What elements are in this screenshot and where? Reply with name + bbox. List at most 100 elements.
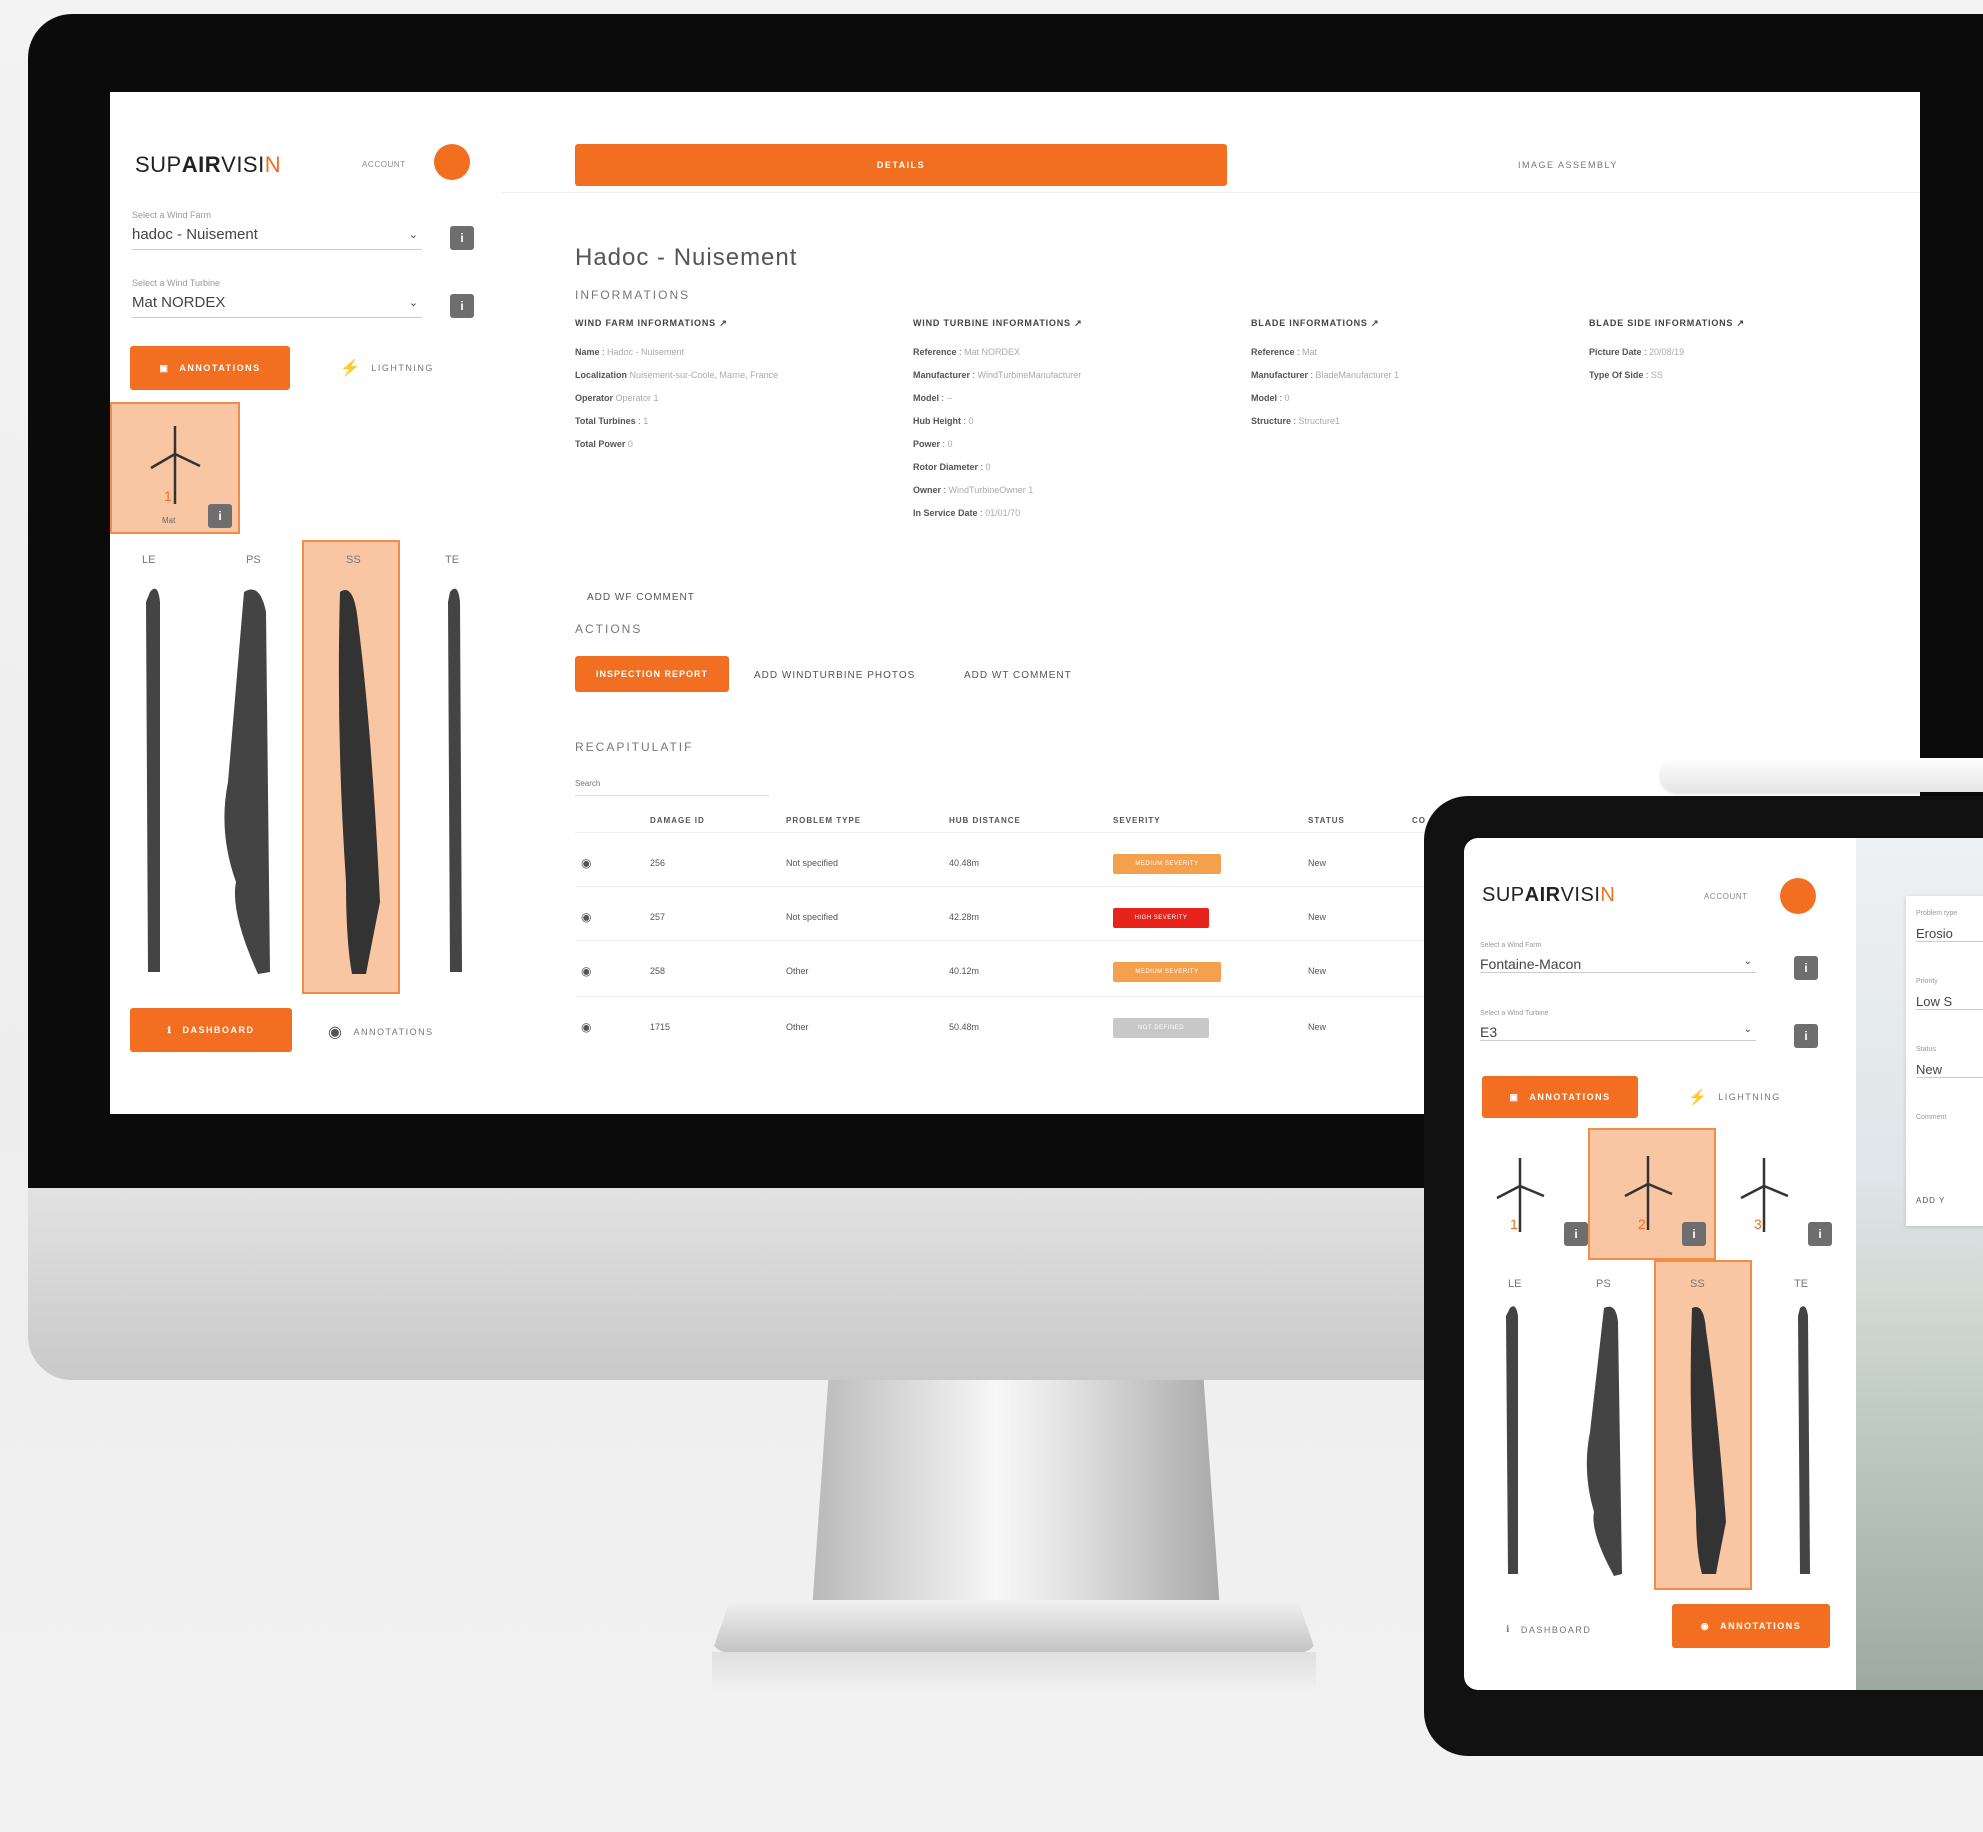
status-text: New [1308, 858, 1327, 868]
problem-type: Not specified [786, 912, 839, 922]
blade-info-heading[interactable]: BLADE INFORMATIONS ↗ [1251, 318, 1571, 329]
table-header[interactable]: STATUS [1308, 816, 1345, 825]
blade-te [1798, 1306, 1810, 1574]
info-row: Model : -- [913, 393, 953, 403]
tablet-wind-farm-select[interactable]: Fontaine-Macon ⌄ [1480, 956, 1756, 973]
camera-icon: ◉ [1700, 1620, 1711, 1631]
tab-details[interactable]: DETAILS [575, 144, 1227, 186]
turbine-card-info-button[interactable]: i [208, 504, 232, 528]
add-windturbine-photos-button[interactable]: ADD WINDTURBINE PHOTOS [744, 664, 925, 687]
tablet-screen: Problem type Erosio Priority Low S Statu… [1464, 838, 1983, 1690]
blade-info-list: Reference : Mat Manufacturer : BladeManu… [1251, 341, 1571, 433]
tablet-annotations-bottom-button[interactable]: ◉ ANNOTATIONS [1672, 1604, 1830, 1648]
turbine-card[interactable]: 1 i [1480, 1146, 1590, 1266]
imac-stand-shadow [712, 1652, 1316, 1692]
dashboard-button[interactable]: ℹ DASHBOARD [130, 1008, 292, 1052]
recap-heading: RECAPITULATIF [575, 740, 694, 754]
status-label: Status [1916, 1046, 1936, 1053]
eye-icon[interactable]: ◉ [581, 964, 591, 978]
turbine-number: 1 [164, 488, 172, 504]
blade-te [448, 588, 462, 972]
info-row: Power : 0 [913, 439, 953, 449]
problem-type-select[interactable]: Erosio [1916, 926, 1983, 942]
tablet-avatar[interactable] [1780, 878, 1816, 914]
turbine-card-selected[interactable]: 2 i [1588, 1128, 1716, 1260]
hub-distance: 40.12m [949, 966, 980, 976]
blade-label-te: TE [1794, 1278, 1809, 1290]
wind-farm-info-heading[interactable]: WIND FARM INFORMATIONS ↗ [575, 318, 895, 329]
table-header[interactable]: SEVERITY [1113, 816, 1161, 825]
turbine-label: Select a Wind Turbine [132, 278, 221, 288]
blade-le [146, 588, 160, 972]
problem-type-label: Problem type [1916, 910, 1958, 917]
table-header[interactable]: PROBLEM TYPE [786, 816, 861, 825]
wind-farm-info-list: Name : Hadoc - Nuisement Localization Nu… [575, 341, 895, 456]
eye-icon[interactable]: ◉ [581, 856, 591, 870]
page-title: Hadoc - Nuisement [575, 244, 798, 271]
table-row[interactable]: ◉ 256 Not specified 40.48m MEDIUM SEVERI… [575, 846, 1475, 886]
table-header[interactable]: DAMAGE ID [650, 816, 705, 825]
annotations-link[interactable]: ◉ ANNOTATIONS [328, 1022, 434, 1042]
wind-turbine-icon [1496, 1158, 1545, 1232]
add-wf-comment-button[interactable]: ADD WF COMMENT [577, 586, 705, 609]
turbine-info-button[interactable]: i [1564, 1222, 1588, 1246]
table-row[interactable]: ◉ 258 Other 40.12m MEDIUM SEVERITY New [575, 954, 1475, 994]
account-menu[interactable]: ACCOUNT [362, 160, 406, 169]
avatar[interactable] [434, 144, 470, 180]
table-divider [575, 940, 1475, 941]
camera-icon: ◉ [328, 1024, 344, 1041]
table-divider [575, 886, 1475, 887]
status-badge: MEDIUM SEVERITY [1113, 962, 1221, 982]
table-header[interactable]: HUB DISTANCE [949, 816, 1021, 825]
recap-search-input[interactable] [575, 772, 769, 796]
tab-image-assembly[interactable]: IMAGE ASSEMBLY [1518, 160, 1618, 170]
table-row[interactable]: ◉ 1715 Other 50.48m NOT DEFINED New [575, 1010, 1475, 1050]
tablet-lightning-button[interactable]: ⚡ LIGHTNING [1688, 1088, 1781, 1106]
add-wt-comment-button[interactable]: ADD WT COMMENT [954, 664, 1082, 687]
turbine-card[interactable]: 3 i [1724, 1146, 1834, 1266]
lightning-button[interactable]: ⚡ LIGHTNING [340, 358, 434, 378]
wind-farm-select[interactable]: hadoc - Nuisement ⌄ [132, 226, 422, 250]
turbine-info-button[interactable]: i [450, 294, 474, 318]
eye-icon[interactable]: ◉ [581, 910, 591, 924]
tablet-wind-farm-info-button[interactable]: i [1794, 956, 1818, 980]
table-divider [575, 832, 1475, 833]
turbine-info-button[interactable]: i [1808, 1222, 1832, 1246]
tablet-account-menu[interactable]: ACCOUNT [1704, 892, 1748, 901]
turbine-select[interactable]: Mat NORDEX ⌄ [132, 294, 422, 318]
wind-turbine-info-column: WIND TURBINE INFORMATIONS ↗ Reference : … [913, 318, 1233, 525]
priority-select[interactable]: Low S [1916, 994, 1983, 1010]
blade-side-info-heading[interactable]: BLADE SIDE INFORMATIONS ↗ [1589, 318, 1909, 329]
wind-turbine-icon [150, 426, 201, 504]
lightning-icon: ⚡ [340, 360, 362, 377]
wind-farm-info-button[interactable]: i [450, 226, 474, 250]
blade-silhouettes [146, 588, 462, 974]
tablet-turbine-info-button[interactable]: i [1794, 1024, 1818, 1048]
tablet-annotations-button[interactable]: ▣ ANNOTATIONS [1482, 1076, 1638, 1118]
status-select[interactable]: New [1916, 1062, 1983, 1078]
info-row: Reference : Mat [1251, 347, 1318, 357]
chevron-down-icon: ⌄ [408, 297, 418, 309]
info-row: Model : 0 [1251, 393, 1290, 403]
turbine-card-selected[interactable]: 1 Mat i [110, 402, 240, 534]
turbine-info-button[interactable]: i [1682, 1222, 1706, 1246]
table-row[interactable]: ◉ 257 Not specified 42.28m HIGH SEVERITY… [575, 900, 1475, 940]
blade-info-column: BLADE INFORMATIONS ↗ Reference : Mat Man… [1251, 318, 1571, 433]
tablet-blade-silhouettes [1506, 1306, 1810, 1576]
blade-le [1506, 1306, 1518, 1574]
wind-turbine-info-heading[interactable]: WIND TURBINE INFORMATIONS ↗ [913, 318, 1233, 329]
damage-id: 256 [650, 858, 666, 868]
inspection-report-button[interactable]: INSPECTION REPORT [575, 656, 729, 692]
tabs-divider [502, 192, 1920, 193]
turbine-number: 1 [1510, 1216, 1518, 1232]
tablet-dashboard-button[interactable]: ℹ DASHBOARD [1506, 1624, 1591, 1635]
info-row: Structure : Structure1 [1251, 416, 1341, 426]
chevron-down-icon: ⌄ [1743, 1024, 1752, 1035]
add-button[interactable]: ADD Y [1916, 1196, 1945, 1205]
image-icon: ▣ [1509, 1091, 1520, 1102]
eye-icon[interactable]: ◉ [581, 1020, 591, 1034]
tablet-turbine-select[interactable]: E3 ⌄ [1480, 1024, 1756, 1041]
table-header[interactable]: CO [1412, 816, 1426, 825]
annotations-button[interactable]: ▣ ANNOTATIONS [130, 346, 290, 390]
image-icon: ▣ [159, 362, 170, 373]
